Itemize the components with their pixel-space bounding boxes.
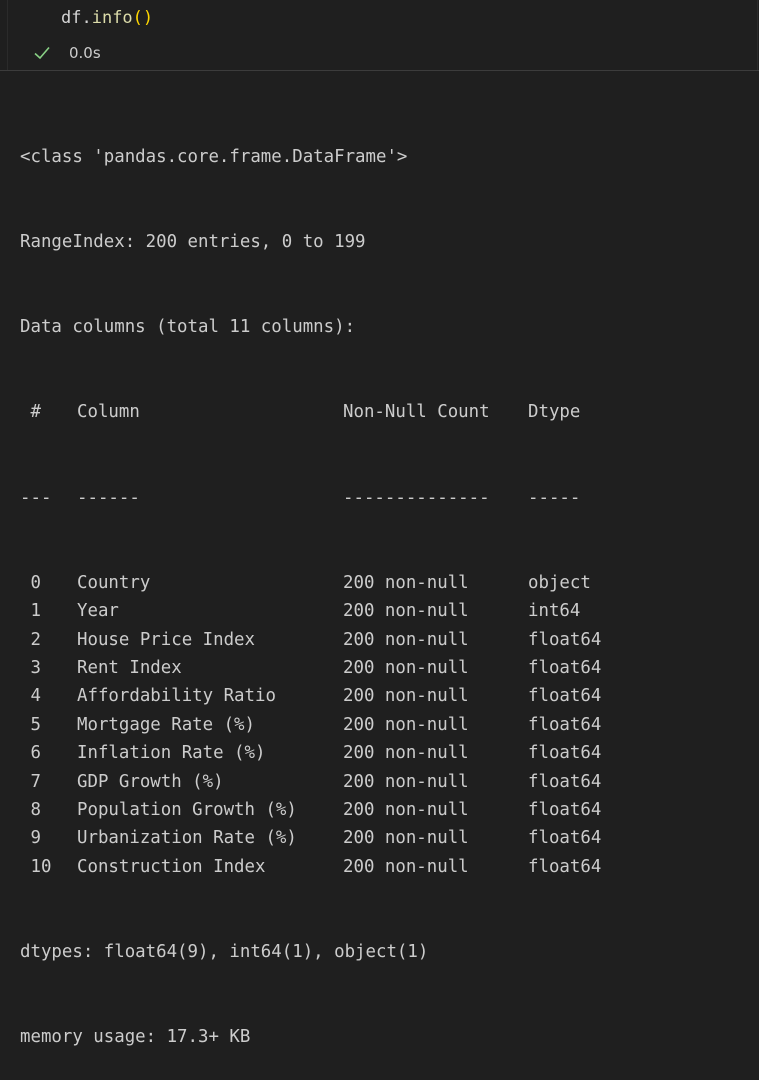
- output-range-index: RangeIndex: 200 entries, 0 to 199: [20, 232, 366, 253]
- sep-idx: ---: [20, 487, 52, 508]
- row-dtype: float64: [528, 743, 602, 764]
- row-column: House Price Index: [77, 629, 255, 650]
- table-row: 0 Country 200 non-null object: [20, 569, 759, 597]
- row-idx: 5: [20, 714, 41, 735]
- row-non-null: 200 non-null: [343, 686, 469, 707]
- output-memory: memory usage: 17.3+ KB: [20, 1027, 251, 1048]
- row-column: Country: [77, 572, 151, 593]
- execution-time: 0.0s: [69, 44, 101, 62]
- row-non-null: 200 non-null: [343, 601, 469, 622]
- table-row: 10 Construction Index 200 non-null float64: [20, 853, 759, 881]
- output-class-line: <class 'pandas.core.frame.DataFrame'>: [20, 146, 408, 167]
- row-non-null: 200 non-null: [343, 572, 469, 593]
- row-non-null: 200 non-null: [343, 658, 469, 678]
- code-line[interactable]: df.info(): [61, 6, 153, 30]
- row-idx: 4: [20, 686, 41, 707]
- row-column: Year: [77, 601, 119, 622]
- sep-column: ------: [77, 487, 140, 508]
- header-idx: #: [20, 402, 41, 423]
- row-dtype: float64: [528, 856, 602, 877]
- row-non-null: 200 non-null: [343, 629, 469, 650]
- check-icon: [33, 44, 51, 62]
- table-row: 8 Population Growth (%) 200 non-null float6…: [20, 796, 759, 824]
- row-column: Population Growth (%): [77, 799, 297, 820]
- row-dtype: object: [528, 572, 591, 593]
- execution-status: 0.0s: [33, 41, 101, 65]
- output-dtypes: dtypes: float64(9), int64(1), object(1): [20, 941, 429, 962]
- row-column: Inflation Rate (%): [77, 743, 266, 764]
- row-idx: 7: [20, 771, 41, 792]
- sep-dtype: -----: [528, 487, 581, 508]
- row-non-null: 200 non-null: [343, 799, 469, 820]
- row-idx: 9: [20, 828, 41, 849]
- row-non-null: 200 non-null: [343, 714, 469, 735]
- table-row: 9 Urbanization Rate (%) 200 non-null float6…: [20, 824, 759, 852]
- cell-output: <class 'pandas.core.frame.DataFrame'> Ra…: [0, 71, 759, 1080]
- row-idx: 8: [20, 799, 41, 820]
- row-idx: 2: [20, 629, 41, 650]
- table-separator: --- ------ -------------- -----: [20, 484, 759, 512]
- row-idx: 10: [20, 856, 52, 877]
- code-identifier: df.: [61, 8, 92, 28]
- row-dtype: float64: [528, 658, 602, 678]
- row-column: Construction Index: [77, 856, 266, 877]
- table-row: 4 Affordability Ratio 200 non-null float64: [20, 682, 759, 710]
- row-column: Mortgage Rate (%): [77, 714, 255, 735]
- row-idx: 1: [20, 601, 41, 622]
- header-dtype: Dtype: [528, 402, 581, 423]
- header-non-null: Non-Null Count: [343, 402, 490, 423]
- row-dtype: float64: [528, 714, 602, 735]
- row-column: Affordability Ratio: [77, 686, 276, 707]
- table-row: 5 Mortgage Rate (%) 200 non-null float64: [20, 711, 759, 739]
- row-non-null: 200 non-null: [343, 771, 469, 792]
- row-column: Urbanization Rate (%): [77, 828, 297, 849]
- table-header: # Column Non-Null Count Dtype: [20, 398, 759, 426]
- header-column: Column: [77, 402, 140, 423]
- row-dtype: float64: [528, 686, 602, 707]
- output-data-columns: Data columns (total 11 columns):: [20, 317, 356, 338]
- row-idx: 6: [20, 743, 41, 764]
- row-dtype: int64: [528, 601, 581, 622]
- table-rows: 0 Country 200 non-null object 1 Year 200 non-…: [20, 569, 759, 881]
- row-idx: 0: [20, 572, 41, 593]
- row-dtype: float64: [528, 828, 602, 849]
- table-row: 3 Rent Index 200 non-null float64: [20, 654, 759, 682]
- table-row: 6 Inflation Rate (%) 200 non-null float64: [20, 739, 759, 767]
- row-column: GDP Growth (%): [77, 771, 224, 792]
- code-cell-input[interactable]: df.info() 0.0s: [7, 0, 758, 70]
- sep-non-null: --------------: [343, 487, 490, 508]
- code-function: info: [91, 8, 133, 28]
- row-column: Rent Index: [77, 658, 182, 678]
- row-non-null: 200 non-null: [343, 856, 469, 877]
- row-dtype: float64: [528, 629, 602, 650]
- table-row: 2 House Price Index 200 non-null float64: [20, 626, 759, 654]
- row-non-null: 200 non-null: [343, 828, 469, 849]
- row-idx: 3: [20, 658, 41, 678]
- row-dtype: float64: [528, 771, 602, 792]
- table-row: 1 Year 200 non-null int64: [20, 597, 759, 625]
- table-row: 7 GDP Growth (%) 200 non-null float64: [20, 768, 759, 796]
- code-parens: (): [132, 8, 154, 28]
- row-non-null: 200 non-null: [343, 743, 469, 764]
- row-dtype: float64: [528, 799, 602, 820]
